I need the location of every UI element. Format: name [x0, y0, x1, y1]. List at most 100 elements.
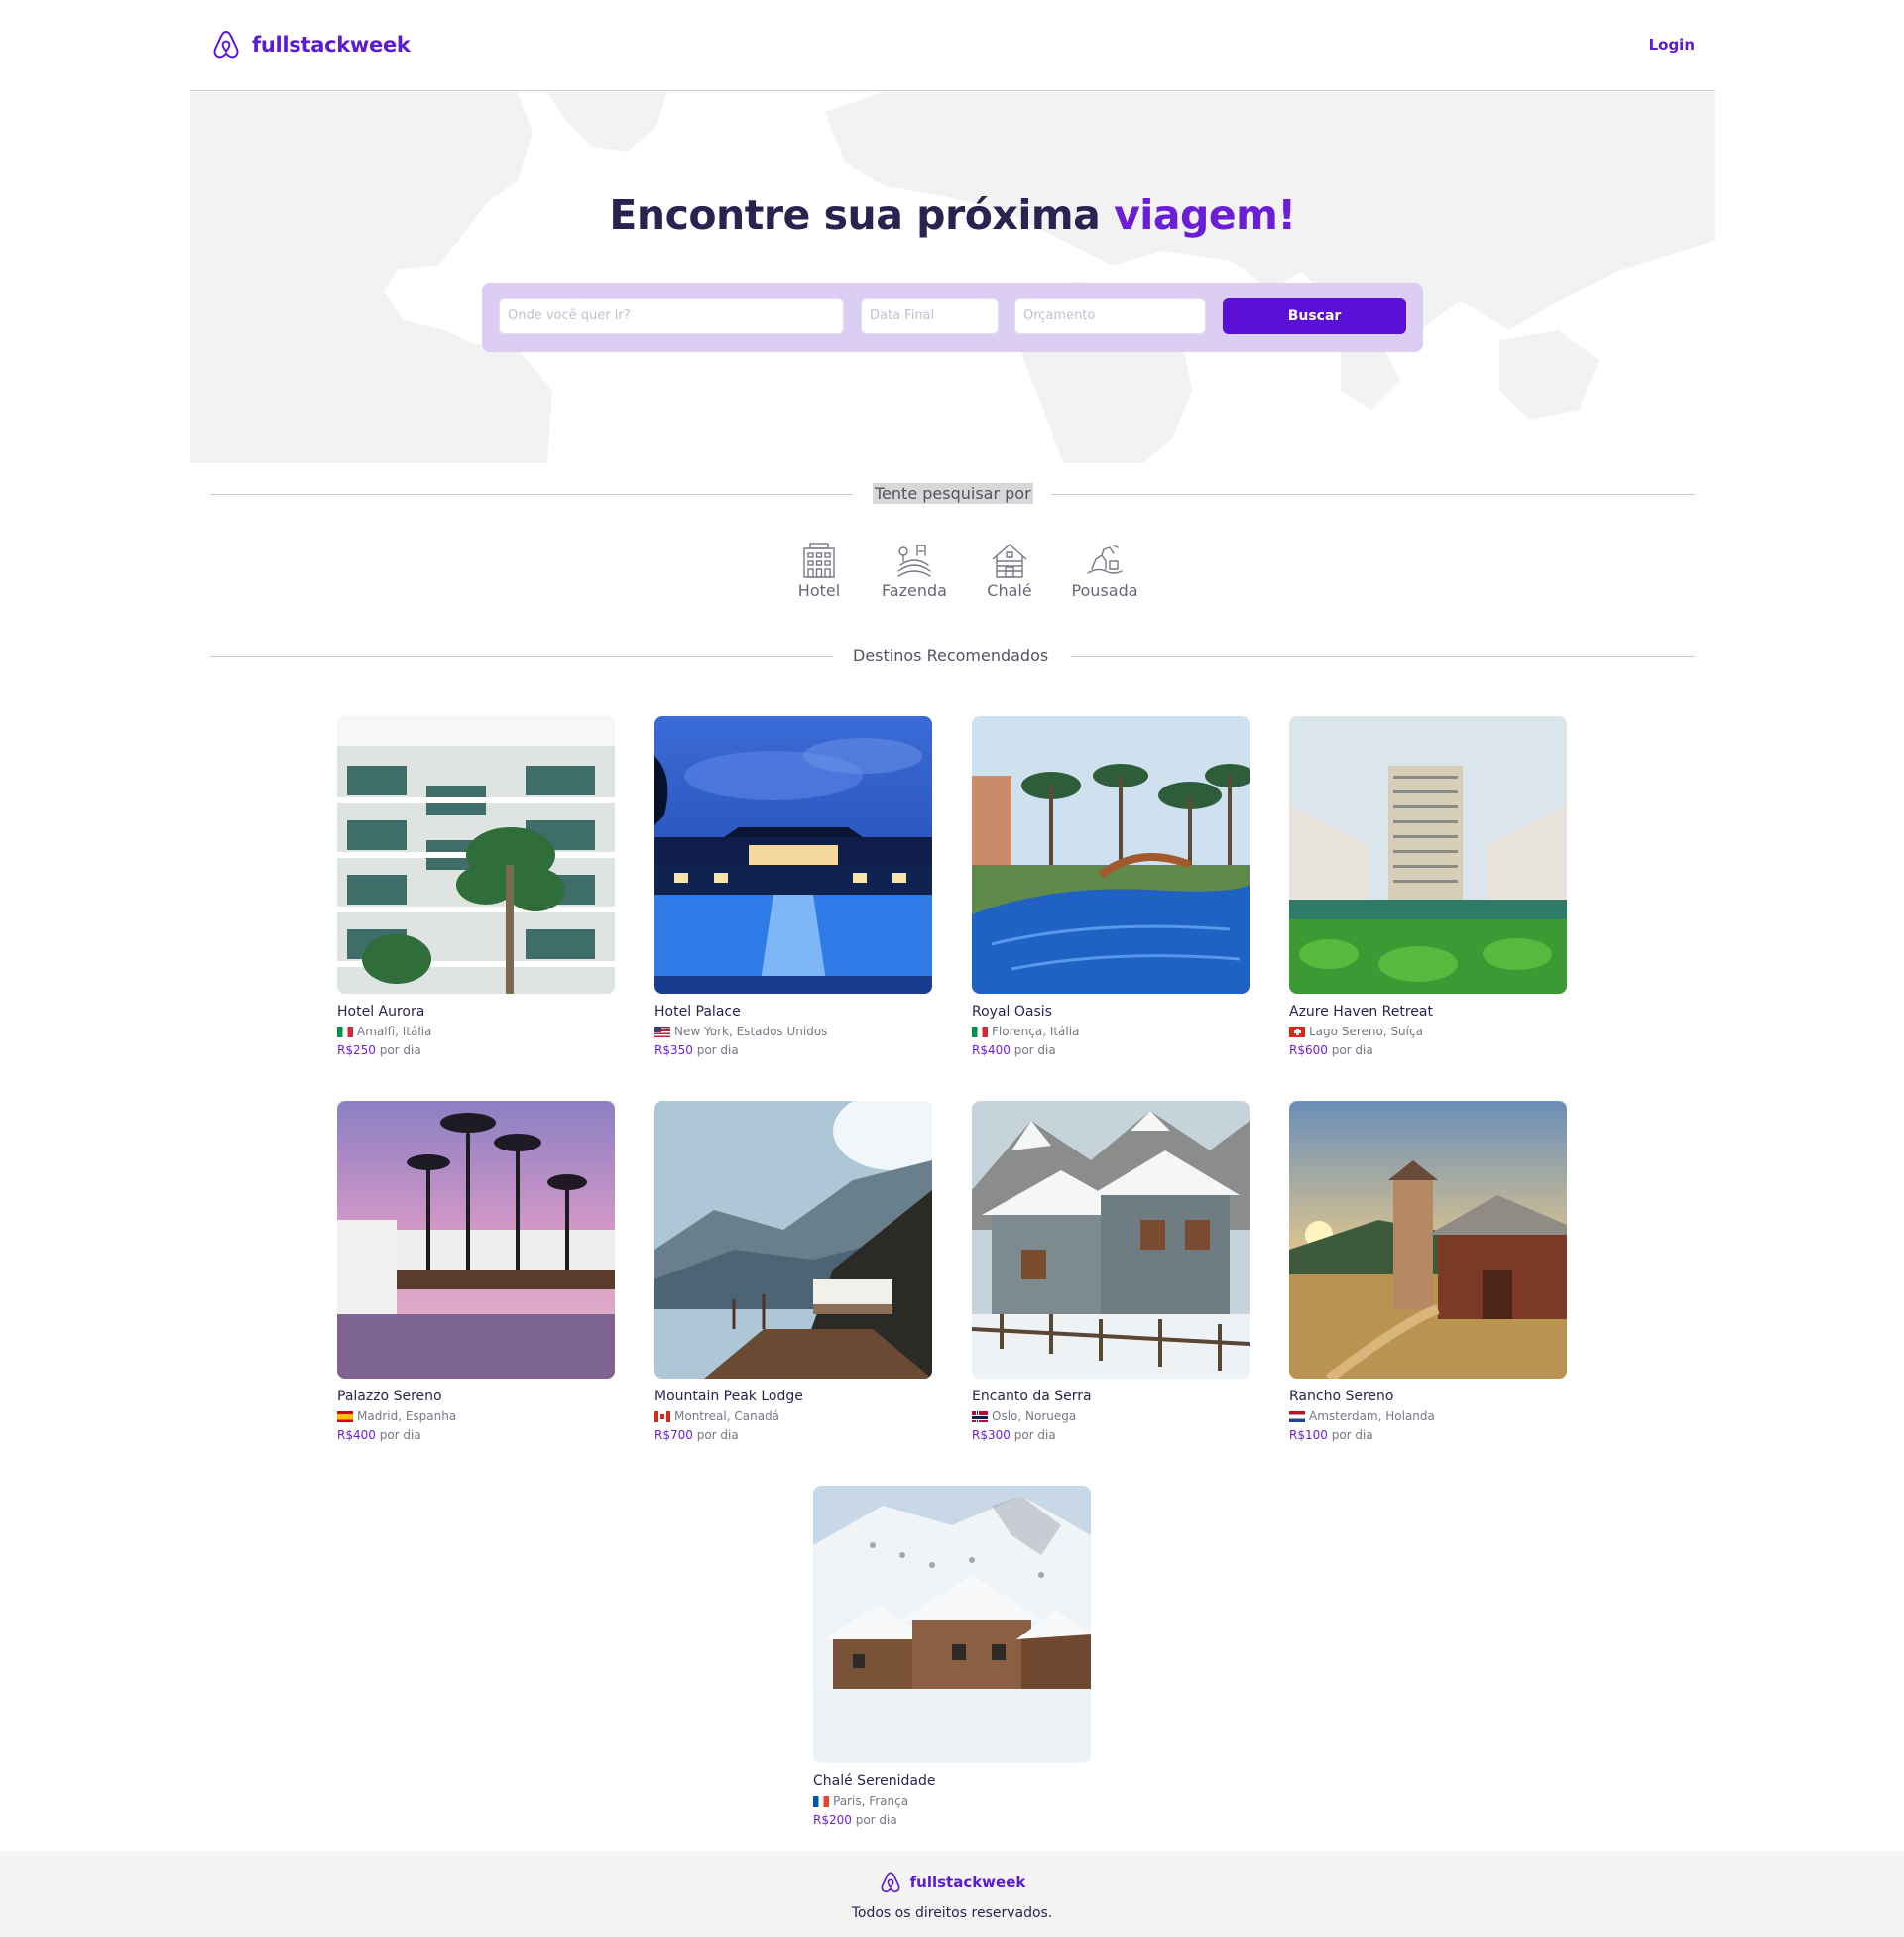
inn-icon: [1087, 545, 1123, 574]
trip-price: R$250 por dia: [337, 1043, 615, 1057]
trip-card[interactable]: Encanto da Serra Oslo, Noruega R$300 por…: [972, 1101, 1250, 1442]
trip-price-value: R$100: [1289, 1428, 1328, 1442]
farm-icon: [897, 545, 931, 577]
category-chalet[interactable]: Chalé: [962, 542, 1057, 600]
footer: fullstackweek Todos os direitos reservad…: [0, 1851, 1904, 1937]
trip-image: [972, 1101, 1250, 1379]
search-bar: Buscar: [482, 283, 1423, 352]
end-date-input[interactable]: [861, 298, 999, 334]
trip-price-value: R$600: [1289, 1043, 1328, 1057]
trip-name: Palazzo Sereno: [337, 1389, 442, 1404]
recommended-divider: Destinos Recomendados: [210, 646, 1695, 665]
trip-location: Paris, França: [813, 1794, 1091, 1808]
divider-line-right: [1071, 656, 1695, 657]
footer-logo[interactable]: fullstackweek: [0, 1871, 1904, 1894]
per-day-label: por dia: [696, 1428, 739, 1442]
hero-title: Encontre sua próxima viagem!: [190, 191, 1715, 239]
trip-location-text: Amsterdam, Holanda: [1309, 1409, 1435, 1423]
trip-name: Azure Haven Retreat: [1289, 1004, 1433, 1020]
trip-location: Amsterdam, Holanda: [1289, 1409, 1567, 1423]
spain-flag-icon: [337, 1410, 353, 1422]
category-label: Chalé: [987, 581, 1032, 600]
divider-line-right: [1051, 494, 1695, 495]
airbnb-logo-icon: [213, 31, 239, 59]
canada-flag-icon: [654, 1410, 670, 1422]
trip-price: R$200 por dia: [813, 1813, 1091, 1827]
destination-input[interactable]: [499, 298, 844, 334]
trip-card[interactable]: Palazzo Sereno Madrid, Espanha R$400 por…: [337, 1101, 615, 1442]
trip-name: Mountain Peak Lodge: [654, 1389, 803, 1404]
trip-card[interactable]: Hotel Aurora Amalfi, Itália R$250 por di…: [337, 716, 615, 1057]
hero-title-accent: viagem!: [1114, 191, 1296, 239]
trip-card[interactable]: Hotel Palace New York, Estados Unidos R$…: [654, 716, 932, 1057]
trip-price-value: R$700: [654, 1428, 693, 1442]
try-search-divider: Tente pesquisar por: [210, 483, 1695, 504]
norway-flag-icon: [972, 1410, 988, 1422]
budget-input[interactable]: [1014, 298, 1206, 334]
trip-location-text: Paris, França: [833, 1794, 909, 1808]
trip-image: [813, 1486, 1091, 1763]
per-day-label: por dia: [1013, 1428, 1056, 1442]
trip-card[interactable]: Royal Oasis Florença, Itália R$400 por d…: [972, 716, 1250, 1057]
category-inn[interactable]: Pousada: [1057, 542, 1152, 600]
trip-name: Hotel Palace: [654, 1004, 741, 1020]
category-label: Pousada: [1071, 581, 1138, 600]
trip-price-value: R$350: [654, 1043, 693, 1057]
category-farm[interactable]: Fazenda: [867, 542, 962, 600]
trip-price: R$100 por dia: [1289, 1428, 1567, 1442]
login-link[interactable]: Login: [1649, 36, 1695, 54]
trip-price: R$600 por dia: [1289, 1043, 1567, 1057]
trip-image: [972, 716, 1250, 994]
brand-name: fullstackweek: [252, 33, 411, 57]
brand-logo[interactable]: fullstackweek: [210, 29, 411, 61]
trip-location: Oslo, Noruega: [972, 1409, 1250, 1423]
per-day-label: por dia: [696, 1043, 739, 1057]
trip-location-text: Madrid, Espanha: [357, 1409, 457, 1423]
category-hotel[interactable]: Hotel: [772, 542, 867, 600]
trip-image: [654, 1101, 932, 1379]
trip-location-text: Lago Sereno, Suíça: [1309, 1025, 1423, 1038]
divider-line-left: [210, 656, 833, 657]
per-day-label: por dia: [1331, 1428, 1373, 1442]
per-day-label: por dia: [379, 1428, 421, 1442]
trip-card[interactable]: Chalé Serenidade Paris, França R$200 por…: [813, 1486, 1091, 1827]
per-day-label: por dia: [379, 1043, 421, 1057]
trip-name: Rancho Sereno: [1289, 1389, 1394, 1404]
france-flag-icon: [813, 1795, 829, 1807]
trip-card[interactable]: Azure Haven Retreat Lago Sereno, Suíça R…: [1289, 716, 1567, 1057]
trip-price-value: R$250: [337, 1043, 376, 1057]
trip-name: Chalé Serenidade: [813, 1773, 936, 1789]
trip-location: Florença, Itália: [972, 1025, 1250, 1038]
trip-name: Royal Oasis: [972, 1004, 1052, 1020]
trip-location-text: New York, Estados Unidos: [674, 1025, 828, 1038]
chalet-icon: [992, 544, 1027, 578]
trip-location: Madrid, Espanha: [337, 1409, 615, 1423]
world-map-background: [190, 92, 1715, 463]
trip-card[interactable]: Rancho Sereno Amsterdam, Holanda R$100 p…: [1289, 1101, 1567, 1442]
quick-search-categories: Hotel Fazenda Chalé Pousada: [772, 542, 1152, 600]
italy-flag-icon: [337, 1026, 353, 1037]
trip-name: Hotel Aurora: [337, 1004, 425, 1020]
recommended-label: Destinos Recomendados: [853, 646, 1049, 665]
hotel-icon: [803, 543, 835, 578]
trip-location: Lago Sereno, Suíça: [1289, 1025, 1567, 1038]
per-day-label: por dia: [1013, 1043, 1056, 1057]
trip-location-text: Amalfi, Itália: [357, 1025, 432, 1038]
trip-card[interactable]: Mountain Peak Lodge Montreal, Canadá R$7…: [654, 1101, 932, 1442]
trip-price: R$700 por dia: [654, 1428, 932, 1442]
airbnb-logo-icon: [881, 1872, 900, 1893]
category-label: Hotel: [797, 581, 841, 600]
search-button[interactable]: Buscar: [1223, 298, 1406, 334]
trip-image: [1289, 716, 1567, 994]
trip-image: [1289, 1101, 1567, 1379]
footer-brand-name: fullstackweek: [909, 1874, 1026, 1891]
trip-price: R$400 por dia: [972, 1043, 1250, 1057]
trip-image: [337, 1101, 615, 1379]
trip-image: [654, 716, 932, 994]
category-label: Fazenda: [882, 581, 947, 600]
trip-price: R$350 por dia: [654, 1043, 932, 1057]
trip-location: New York, Estados Unidos: [654, 1025, 932, 1038]
italy-flag-icon: [972, 1026, 988, 1037]
trip-price: R$400 por dia: [337, 1428, 615, 1442]
trip-location-text: Florença, Itália: [992, 1025, 1080, 1038]
